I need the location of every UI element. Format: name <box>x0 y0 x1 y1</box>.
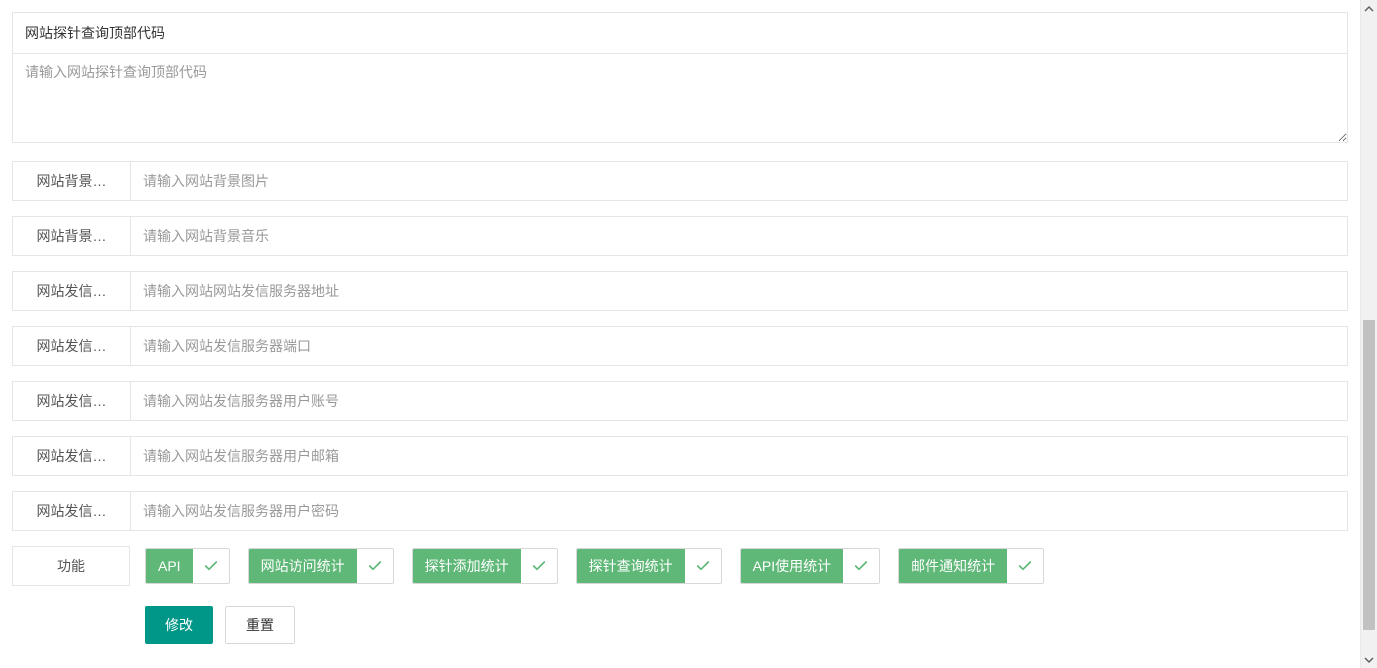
check-icon <box>193 549 229 583</box>
toggle-label: API使用统计 <box>741 549 844 583</box>
check-icon <box>843 549 879 583</box>
field-label: 网站发信… <box>12 491 130 531</box>
form-group: 网站发信… <box>12 491 1348 531</box>
toggle-label: 探针添加统计 <box>413 549 521 583</box>
field-label: 网站发信… <box>12 381 130 421</box>
toggle-visit-stats[interactable]: 网站访问统计 <box>248 548 394 584</box>
toggle-label: 网站访问统计 <box>249 549 357 583</box>
toggle-api[interactable]: API <box>145 548 230 584</box>
scroll-up-arrow[interactable] <box>1361 0 1377 17</box>
input-group: 网站发信… <box>12 271 1348 311</box>
check-icon <box>357 549 393 583</box>
input-group: 网站发信… <box>12 491 1348 531</box>
toggle-mail-notify-stats[interactable]: 邮件通知统计 <box>898 548 1044 584</box>
field-label: 网站背景… <box>12 161 130 201</box>
form-group: 网站发信… <box>12 381 1348 421</box>
mail-port-field[interactable] <box>130 326 1348 366</box>
check-icon <box>1007 549 1043 583</box>
submit-button[interactable]: 修改 <box>145 606 213 644</box>
probe-top-code-group: 网站探针查询顶部代码 <box>12 12 1348 146</box>
input-group: 网站背景… <box>12 161 1348 201</box>
form-group: 网站发信… <box>12 326 1348 366</box>
button-row: 修改 重置 <box>12 606 1348 644</box>
mail-server-field[interactable] <box>130 271 1348 311</box>
field-label: 网站发信… <box>12 326 130 366</box>
input-group: 网站发信… <box>12 381 1348 421</box>
field-label: 网站背景… <box>12 216 130 256</box>
probe-top-code-textarea[interactable] <box>12 53 1348 143</box>
form-group: 网站背景… <box>12 216 1348 256</box>
mail-email-field[interactable] <box>130 436 1348 476</box>
input-group: 网站发信… <box>12 326 1348 366</box>
field-label: 网站发信… <box>12 271 130 311</box>
bg-image-field[interactable] <box>130 161 1348 201</box>
toggle-label: API <box>146 549 193 583</box>
form-group: 网站背景… <box>12 161 1348 201</box>
mail-user-field[interactable] <box>130 381 1348 421</box>
probe-top-code-label: 网站探针查询顶部代码 <box>12 12 1348 53</box>
input-group: 网站背景… <box>12 216 1348 256</box>
toggle-probe-add-stats[interactable]: 探针添加统计 <box>412 548 558 584</box>
check-icon <box>521 549 557 583</box>
check-icon <box>685 549 721 583</box>
input-group: 网站发信… <box>12 436 1348 476</box>
scrollbar-thumb[interactable] <box>1363 320 1375 630</box>
toggle-probe-query-stats[interactable]: 探针查询统计 <box>576 548 722 584</box>
scroll-down-arrow[interactable] <box>1361 651 1377 668</box>
functions-items: API 网站访问统计 探针添加统计 探针查询统计 API使用统计 邮件通知统计 <box>145 548 1044 584</box>
functions-label: 功能 <box>12 546 130 586</box>
bg-music-field[interactable] <box>130 216 1348 256</box>
mail-password-field[interactable] <box>130 491 1348 531</box>
form-group: 网站发信… <box>12 271 1348 311</box>
vertical-scrollbar[interactable] <box>1360 0 1377 668</box>
form-container: 网站探针查询顶部代码 网站背景… 网站背景… 网站发信… 网站发信… 网站发信… 网站发信… <box>0 0 1360 656</box>
reset-button[interactable]: 重置 <box>225 606 295 644</box>
toggle-label: 探针查询统计 <box>577 549 685 583</box>
toggle-api-usage-stats[interactable]: API使用统计 <box>740 548 881 584</box>
field-label: 网站发信… <box>12 436 130 476</box>
form-group: 网站发信… <box>12 436 1348 476</box>
toggle-label: 邮件通知统计 <box>899 549 1007 583</box>
functions-row: 功能 API 网站访问统计 探针添加统计 探针查询统计 API使用统计 邮件通知统计 <box>12 546 1348 586</box>
